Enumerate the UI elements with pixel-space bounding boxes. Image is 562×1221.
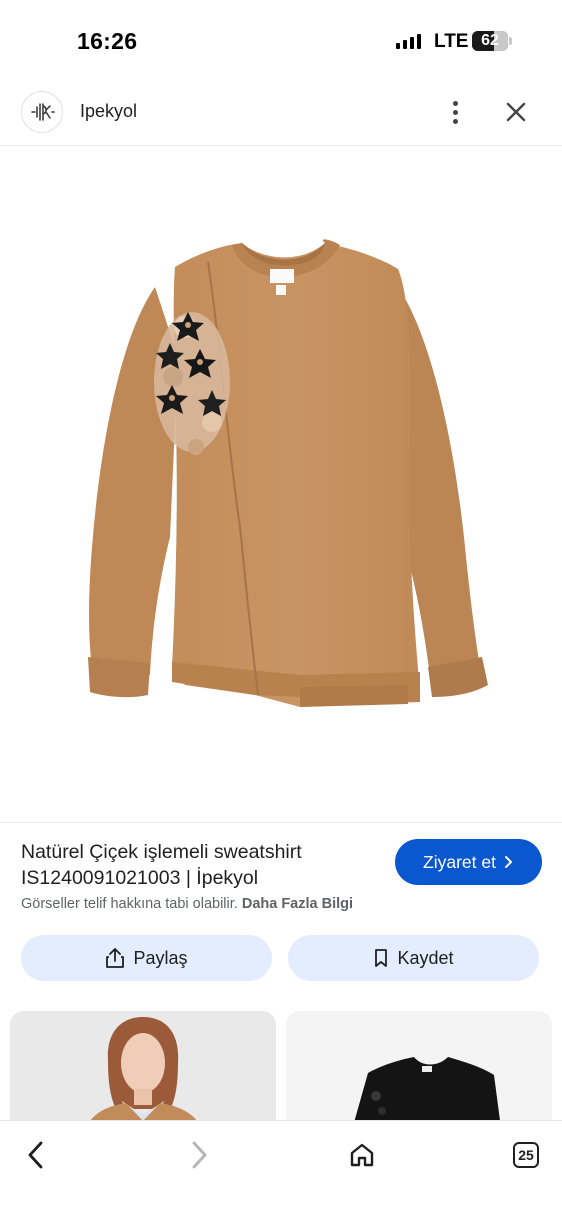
site-name[interactable]: Ipekyol [80,101,137,122]
product-title[interactable]: Natürel Çiçek işlemeli sweatshirt IS1240… [21,839,361,891]
status-time: 16:26 [77,28,138,54]
product-image[interactable] [0,147,562,822]
back-button[interactable] [14,1133,58,1177]
signal-icon [396,33,421,49]
status-bar: 16:26 LTE 62 [0,0,562,84]
share-label: Paylaş [133,947,188,968]
share-icon [106,948,125,968]
action-buttons: Paylaş Kaydet [0,935,562,981]
home-icon [350,1143,374,1167]
bottom-nav-bar: 25 [0,1120,562,1221]
product-info: Natürel Çiçek işlemeli sweatshirt IS1240… [0,822,562,922]
viewer-header: Ipekyol [0,84,562,146]
save-button[interactable]: Kaydet [288,935,539,981]
more-info-link[interactable]: Daha Fazla Bilgi [242,896,353,912]
home-button[interactable] [340,1133,384,1177]
tabs-button[interactable]: 25 [504,1133,548,1177]
close-icon[interactable] [500,96,532,128]
more-vert-icon[interactable] [440,94,470,130]
bookmark-icon [375,949,388,967]
related-image-thumbnail[interactable] [10,1011,276,1126]
chevron-left-icon [28,1141,43,1169]
share-button[interactable]: Paylaş [21,935,272,981]
battery-icon: 62 [472,31,508,51]
battery-level: 62 [481,32,499,49]
related-images [0,1011,562,1126]
tabs-count: 25 [513,1142,539,1168]
chevron-right-icon [192,1141,207,1169]
visit-button-label: Ziyaret et [423,851,496,872]
copyright-text: Görseller telif hakkına tabi olabilir. [21,896,238,912]
ipekyol-logo-icon[interactable] [21,91,63,133]
copyright-notice: Görseller telif hakkına tabi olabilir. D… [21,896,353,912]
chevron-right-icon [504,856,512,868]
visit-button[interactable]: Ziyaret et [395,839,542,885]
forward-button[interactable] [177,1133,221,1177]
related-image-thumbnail[interactable] [286,1011,552,1126]
save-label: Kaydet [397,947,454,968]
network-type: LTE [434,31,469,52]
battery-tip [509,37,512,45]
